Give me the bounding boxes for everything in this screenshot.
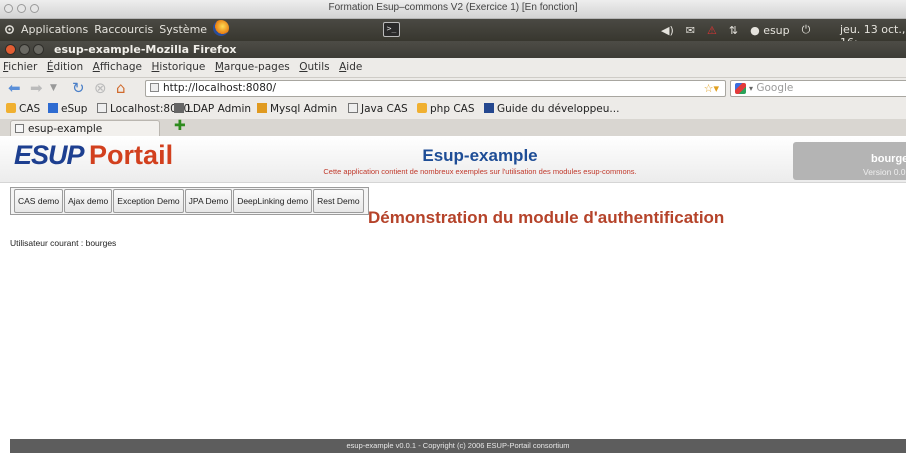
reload-icon[interactable]: ↻ (72, 80, 85, 97)
menu-marque-pages[interactable]: Marque-pages (215, 58, 290, 73)
terminal-icon[interactable]: >_ (383, 22, 400, 37)
systeme-menu[interactable]: Système (159, 23, 207, 36)
exception-demo-button[interactable]: Exception Demo (113, 189, 184, 213)
tab-bar: esup-example ✚ (0, 119, 906, 137)
portal-header: ESUP Portail Esup-example Cette applicat… (0, 136, 906, 183)
search-placeholder: Google (756, 82, 794, 94)
back-arrow-icon[interactable]: ⬅ (8, 80, 21, 97)
bookmark-esup[interactable]: eSup (48, 103, 87, 115)
ldap-icon (174, 103, 184, 113)
url-text: http://localhost:8080/ (163, 82, 277, 94)
home-icon[interactable]: ⌂ (116, 80, 126, 97)
network-icon[interactable]: ⇅ (729, 24, 738, 37)
app-description: Cette application contient de nombreux e… (323, 167, 637, 176)
raccourcis-menu[interactable]: Raccourcis (94, 23, 153, 36)
search-bar[interactable]: ▾ Google (730, 80, 906, 97)
menu-historique[interactable]: Historique (152, 58, 206, 73)
engine-dropdown-icon[interactable]: ▾ (749, 84, 753, 93)
stop-icon[interactable]: ⊗ (94, 80, 107, 97)
user-box: bourges Version 0.0.1 (793, 142, 906, 180)
user-name: esup (763, 23, 790, 37)
firefox-window-title: esup-example-Mozilla Firefox (54, 43, 237, 56)
page-content: ESUP Portail Esup-example Cette applicat… (0, 136, 906, 453)
bookmark-star-icon[interactable]: ☆▾ (704, 81, 719, 96)
cas-demo-button[interactable]: CAS demo (14, 189, 64, 213)
esup-icon (48, 103, 58, 113)
bookmark-java-cas[interactable]: Java CAS (348, 103, 408, 115)
page-icon (97, 103, 107, 113)
tab-esup-example[interactable]: esup-example (10, 120, 160, 136)
mail-icon[interactable]: ✉ (686, 24, 695, 37)
page-icon (15, 124, 24, 133)
url-bar[interactable]: http://localhost:8080/ ☆▾ (145, 80, 726, 97)
demo-navigation: CAS demo Ajax demo Exception Demo JPA De… (10, 187, 369, 215)
minimize-button[interactable] (19, 44, 30, 55)
maximize-button[interactable] (33, 44, 44, 55)
mysql-icon (257, 103, 267, 113)
app-title: Esup-example (422, 146, 538, 165)
jpa-demo-button[interactable]: JPA Demo (184, 189, 233, 213)
menu-affichage[interactable]: Affichage (93, 58, 142, 73)
ajax-demo-button[interactable]: Ajax demo (64, 189, 113, 213)
bookmark-ldap-admin[interactable]: LDAP Admin (174, 103, 251, 115)
desktop-top-panel: Applications Raccourcis Système >_ ◀︎) ✉… (0, 19, 906, 49)
user-icon: ● (750, 23, 760, 37)
page-footer: esup-example v0.0.1 - Copyright (c) 2006… (10, 439, 906, 453)
page-heading: Démonstration du module d'authentificati… (368, 208, 725, 227)
bookmarks-toolbar: CAS eSup Localhost:8080 LDAP Admin Mysql… (0, 99, 906, 119)
username: bourges (871, 153, 906, 165)
menu-aide[interactable]: Aide (339, 58, 362, 73)
ubuntu-menu-icon (5, 25, 14, 34)
history-dropdown-icon[interactable]: ▼ (50, 80, 57, 97)
current-user-text: Utilisateur courant : bourges (10, 238, 117, 248)
site-identity-icon[interactable] (150, 83, 159, 92)
deeplinking-demo-button[interactable]: DeepLinking demo (233, 189, 313, 213)
volume-icon[interactable]: ◀︎) (661, 24, 674, 37)
bookmark-mysql-admin[interactable]: Mysql Admin (257, 103, 337, 115)
applications-menu[interactable]: Applications (21, 23, 88, 36)
guide-icon (484, 103, 494, 113)
firefox-launcher-icon[interactable] (213, 20, 230, 36)
version-label: Version 0.0.1 (863, 167, 906, 177)
menu-outils[interactable]: Outils (299, 58, 329, 73)
page-icon (348, 103, 358, 113)
cas-icon (6, 103, 16, 113)
esup-portail-logo[interactable]: ESUP Portail (14, 140, 173, 171)
bookmark-cas[interactable]: CAS (6, 103, 40, 115)
outer-window-title: Formation Esup–commons V2 (Exercice 1) [… (328, 2, 578, 13)
cas-icon (417, 103, 427, 113)
rest-demo-button[interactable]: Rest Demo (313, 189, 364, 213)
close-button[interactable] (5, 44, 16, 55)
new-tab-plus-icon[interactable]: ✚ (174, 119, 186, 133)
alert-icon[interactable]: ⚠ (707, 24, 717, 37)
user-indicator[interactable]: ● esup (750, 24, 790, 37)
menu-fichier[interactable]: Fichier (3, 58, 37, 73)
forward-arrow-icon[interactable]: ➡ (30, 80, 43, 97)
firefox-titlebar: esup-example-Mozilla Firefox (0, 41, 906, 58)
tab-label: esup-example (28, 123, 103, 135)
navigation-toolbar: ⬅ ➡ ▼ ↻ ⊗ ⌂ http://localhost:8080/ ☆▾ ▾ … (0, 78, 906, 99)
google-engine-icon[interactable] (735, 83, 746, 94)
outer-window-titlebar: Formation Esup–commons V2 (Exercice 1) [… (0, 0, 906, 19)
bookmark-php-cas[interactable]: php CAS (417, 103, 475, 115)
bookmark-guide[interactable]: Guide du développeu... (484, 103, 619, 115)
power-icon[interactable]: ⏻ (802, 23, 811, 37)
firefox-menubar: Fichier Édition Affichage Historique Mar… (0, 58, 906, 78)
menu-edition[interactable]: Édition (47, 58, 83, 73)
